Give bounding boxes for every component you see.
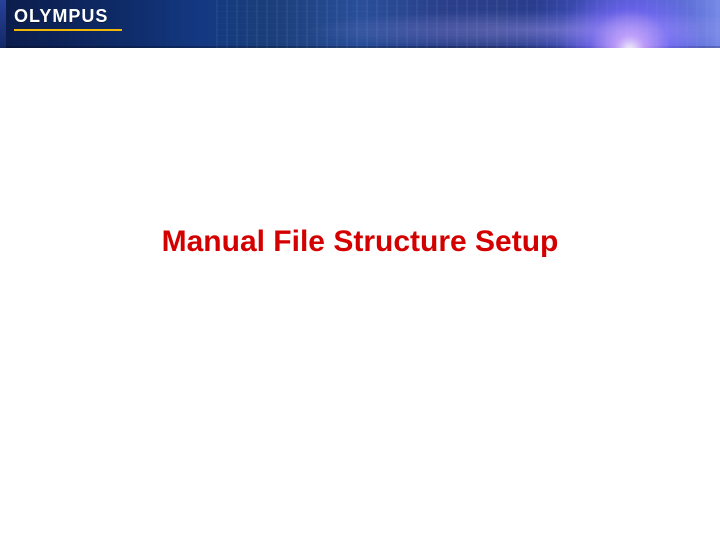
slide-title: Manual File Structure Setup: [0, 225, 720, 259]
brand-logo: OLYMPUS: [14, 6, 122, 31]
header-banner: OLYMPUS: [0, 0, 720, 48]
slide: OLYMPUS Manual File Structure Setup: [0, 0, 720, 540]
brand-logo-underline: [14, 29, 122, 31]
brand-logo-text: OLYMPUS: [14, 6, 108, 27]
lens-flare-icon: [500, 0, 720, 48]
banner-accent-bar: [0, 0, 6, 48]
